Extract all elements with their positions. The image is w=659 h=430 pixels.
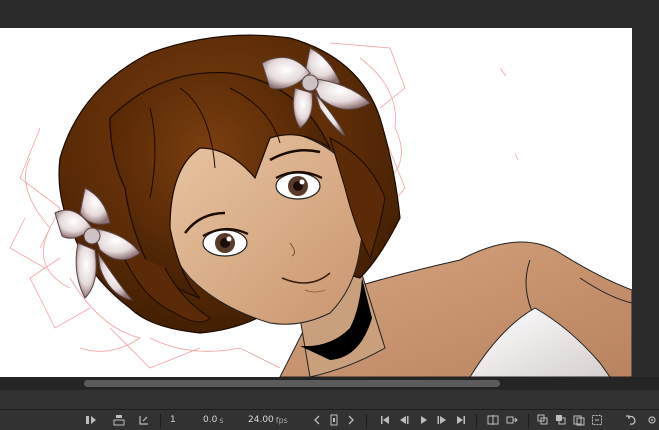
refresh-frames-icon[interactable]	[590, 410, 604, 430]
first-frame-icon[interactable]	[378, 410, 392, 430]
current-frame[interactable]: 1	[170, 410, 190, 430]
time-unit: s	[219, 415, 224, 425]
next-frame-icon[interactable]	[435, 410, 449, 430]
separator	[528, 414, 529, 428]
separator	[366, 414, 367, 428]
scrollbar-thumb[interactable]	[84, 380, 500, 387]
copy-frames-icon[interactable]	[572, 410, 586, 430]
onion-skin-icon[interactable]	[137, 410, 151, 430]
settings-icon[interactable]	[645, 410, 659, 430]
undo-icon[interactable]	[624, 410, 638, 430]
fps-unit: fps	[275, 415, 288, 425]
layers-icon[interactable]	[554, 410, 568, 430]
timeline-header	[0, 390, 659, 410]
next-keyframe-icon[interactable]	[346, 410, 356, 430]
play-icon[interactable]	[418, 410, 430, 430]
previous-frame-icon[interactable]	[397, 410, 411, 430]
separator	[160, 414, 161, 428]
split-icon[interactable]	[486, 410, 500, 430]
time-value: 0.0	[203, 415, 218, 425]
last-frame-icon[interactable]	[454, 410, 468, 430]
onion-skin-outlines-icon[interactable]	[536, 410, 550, 430]
horizontal-scrollbar[interactable]	[0, 377, 659, 390]
fps-value: 24.00	[248, 415, 274, 425]
artwork	[9, 34, 632, 377]
edit-multiple-frames-icon[interactable]	[505, 410, 519, 430]
loop-icon[interactable]	[112, 410, 126, 430]
elapsed-time[interactable]: 0.0 s	[203, 410, 233, 430]
stage-canvas[interactable]	[0, 28, 632, 377]
previous-keyframe-icon[interactable]	[312, 410, 322, 430]
timeline-controls: 1 0.0 s 24.00 fps	[0, 410, 659, 430]
center-frame-icon[interactable]	[84, 410, 98, 430]
frame-rate[interactable]: 24.00 fps	[248, 410, 298, 430]
separator	[476, 414, 477, 428]
insert-keyframe-icon[interactable]	[328, 410, 340, 430]
